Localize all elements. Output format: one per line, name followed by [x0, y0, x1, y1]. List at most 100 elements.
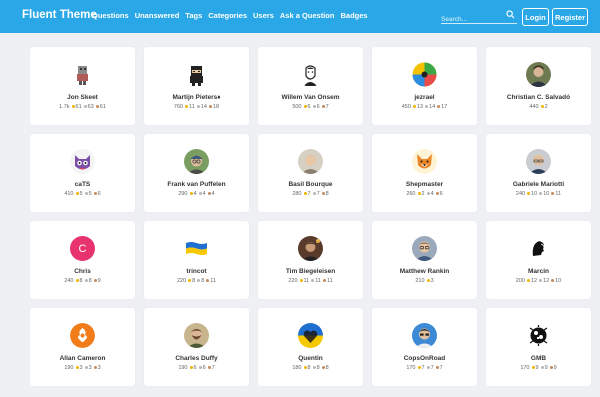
user-avatar[interactable]: [526, 236, 551, 261]
user-name[interactable]: Christian C. Salvadó: [486, 94, 591, 101]
menu-item-tags[interactable]: Tags: [185, 11, 202, 20]
user-card[interactable]: Charles Duffy 190 6 6 7: [144, 308, 249, 386]
gold-badge-count: 7: [421, 365, 425, 371]
login-button[interactable]: Login: [522, 8, 549, 26]
menu-item-categories[interactable]: Categories: [208, 11, 247, 20]
search-input[interactable]: [441, 12, 501, 27]
silver-badge-icon: [84, 192, 88, 196]
user-card[interactable]: caTS 410 5 5 6: [30, 134, 135, 212]
user-avatar[interactable]: [298, 323, 323, 348]
user-avatar[interactable]: [298, 149, 323, 174]
brand-logo[interactable]: Fluent Theme: [22, 9, 97, 21]
user-name[interactable]: CopsOnRoad: [372, 355, 477, 362]
silver-badge-icon: [426, 192, 430, 196]
silver-badge-icon: [312, 105, 316, 109]
bronze-badge-count: 11: [555, 191, 562, 197]
user-card[interactable]: GMB 170 9 9 9: [486, 308, 591, 386]
menu-item-users[interactable]: Users: [253, 11, 274, 20]
bronze-badge-icon: [437, 105, 441, 109]
user-avatar[interactable]: [184, 236, 209, 261]
user-avatar[interactable]: [526, 323, 551, 348]
user-avatar[interactable]: [412, 236, 437, 261]
user-name[interactable]: Martijn Pieters♦: [144, 94, 249, 101]
gold-badge-icon: [526, 279, 530, 283]
user-avatar[interactable]: [70, 149, 95, 174]
user-card[interactable]: Gabriele Mariotti 240 10 10 11: [486, 134, 591, 212]
user-name[interactable]: jezrael: [372, 94, 477, 101]
user-name[interactable]: Basil Bourque: [258, 181, 363, 188]
user-name[interactable]: Charles Duffy: [144, 355, 249, 362]
user-name[interactable]: Quentin: [258, 355, 363, 362]
user-card[interactable]: Frank van Puffelen 290 4 4 4: [144, 134, 249, 212]
register-button[interactable]: Register: [552, 8, 588, 26]
user-name[interactable]: caTS: [30, 181, 135, 188]
user-card[interactable]: jezrael 450 13 14 17: [372, 47, 477, 125]
user-card[interactable]: Allan Cameron 190 3 3 3: [30, 308, 135, 386]
user-name[interactable]: Willem Van Onsem: [258, 94, 363, 101]
bronze-badge-icon: [93, 279, 97, 283]
bronze-badge-icon: [207, 192, 211, 196]
user-name[interactable]: Chris: [30, 268, 135, 275]
user-name[interactable]: GMB: [486, 355, 591, 362]
user-card[interactable]: Tim Biegeleisen 220 11 11 11: [258, 221, 363, 299]
user-avatar[interactable]: [70, 323, 95, 348]
user-name[interactable]: Tim Biegeleisen: [258, 268, 363, 275]
user-name[interactable]: Frank van Puffelen: [144, 181, 249, 188]
silver-badge-count: 6: [316, 104, 320, 110]
user-name[interactable]: Gabriele Mariotti: [486, 181, 591, 188]
menu-item-badges[interactable]: Badges: [340, 11, 367, 20]
user-card[interactable]: CopsOnRoad 170 7 7 7: [372, 308, 477, 386]
user-card[interactable]: Quentin 180 8 8 8: [258, 308, 363, 386]
user-card[interactable]: Shepmaster 260 2 4 6: [372, 134, 477, 212]
user-card[interactable]: trincot 220 8 8 11: [144, 221, 249, 299]
user-avatar[interactable]: [184, 149, 209, 174]
user-card[interactable]: Matthew Rankin 210 3: [372, 221, 477, 299]
gold-badge-count: 3: [79, 365, 83, 371]
bronze-badge-icon: [435, 366, 439, 370]
user-card[interactable]: Marcin 200 12 12 10: [486, 221, 591, 299]
user-card[interactable]: Christian C. Salvadó 440 2: [486, 47, 591, 125]
bronze-badge-icon: [93, 192, 97, 196]
user-card[interactable]: Willem Van Onsem 500 6 6 7: [258, 47, 363, 125]
user-avatar[interactable]: [526, 149, 551, 174]
user-card[interactable]: Basil Bourque 280 7 7 8: [258, 134, 363, 212]
gold-badge-icon: [417, 366, 421, 370]
user-name[interactable]: Matthew Rankin: [372, 268, 477, 275]
menu-item-ask-question[interactable]: Ask a Question: [280, 11, 335, 20]
user-card[interactable]: C Chris 240 8 8 9: [30, 221, 135, 299]
user-avatar[interactable]: [184, 323, 209, 348]
user-card[interactable]: Martijn Pieters♦ 760 11 14 18: [144, 47, 249, 125]
silver-badge-count: 8: [201, 278, 205, 284]
gold-badge-count: 2: [421, 191, 425, 197]
user-avatar[interactable]: [412, 323, 437, 348]
reputation: 450: [401, 104, 411, 110]
user-stats: 220 8 8 11: [144, 278, 249, 284]
user-card[interactable]: Jon Skeet 1.7k 61 63 61: [30, 47, 135, 125]
user-name[interactable]: Shepmaster: [372, 181, 477, 188]
user-avatar[interactable]: [412, 149, 437, 174]
top-navbar: Fluent Theme Questions Unanswered Tags C…: [0, 0, 600, 33]
user-avatar[interactable]: [412, 62, 437, 87]
user-name[interactable]: Jon Skeet: [30, 94, 135, 101]
users-grid: Jon Skeet 1.7k 61 63 61 Martijn Pieters♦ 760 11…: [30, 47, 591, 386]
user-name[interactable]: Marcin: [486, 268, 591, 275]
search-icon[interactable]: [506, 10, 515, 19]
user-avatar[interactable]: [70, 62, 95, 87]
user-stats: 170 7 7 7: [372, 365, 477, 371]
menu-item-unanswered[interactable]: Unanswered: [135, 11, 180, 20]
silver-badge-icon: [311, 279, 315, 283]
bronze-badge-count: 9: [97, 278, 101, 284]
user-avatar[interactable]: [298, 236, 323, 261]
bronze-badge-icon: [322, 279, 326, 283]
user-avatar[interactable]: [526, 62, 551, 87]
user-name[interactable]: trincot: [144, 268, 249, 275]
gold-badge-icon: [189, 366, 193, 370]
user-avatar[interactable]: C: [70, 236, 95, 261]
user-name[interactable]: Allan Cameron: [30, 355, 135, 362]
user-avatar[interactable]: [184, 62, 209, 87]
silver-badge-count: 4: [202, 191, 206, 197]
user-avatar[interactable]: [298, 62, 323, 87]
silver-badge-count: 8: [316, 365, 320, 371]
menu-item-questions[interactable]: Questions: [92, 11, 129, 20]
gold-badge-count: 11: [303, 278, 310, 284]
